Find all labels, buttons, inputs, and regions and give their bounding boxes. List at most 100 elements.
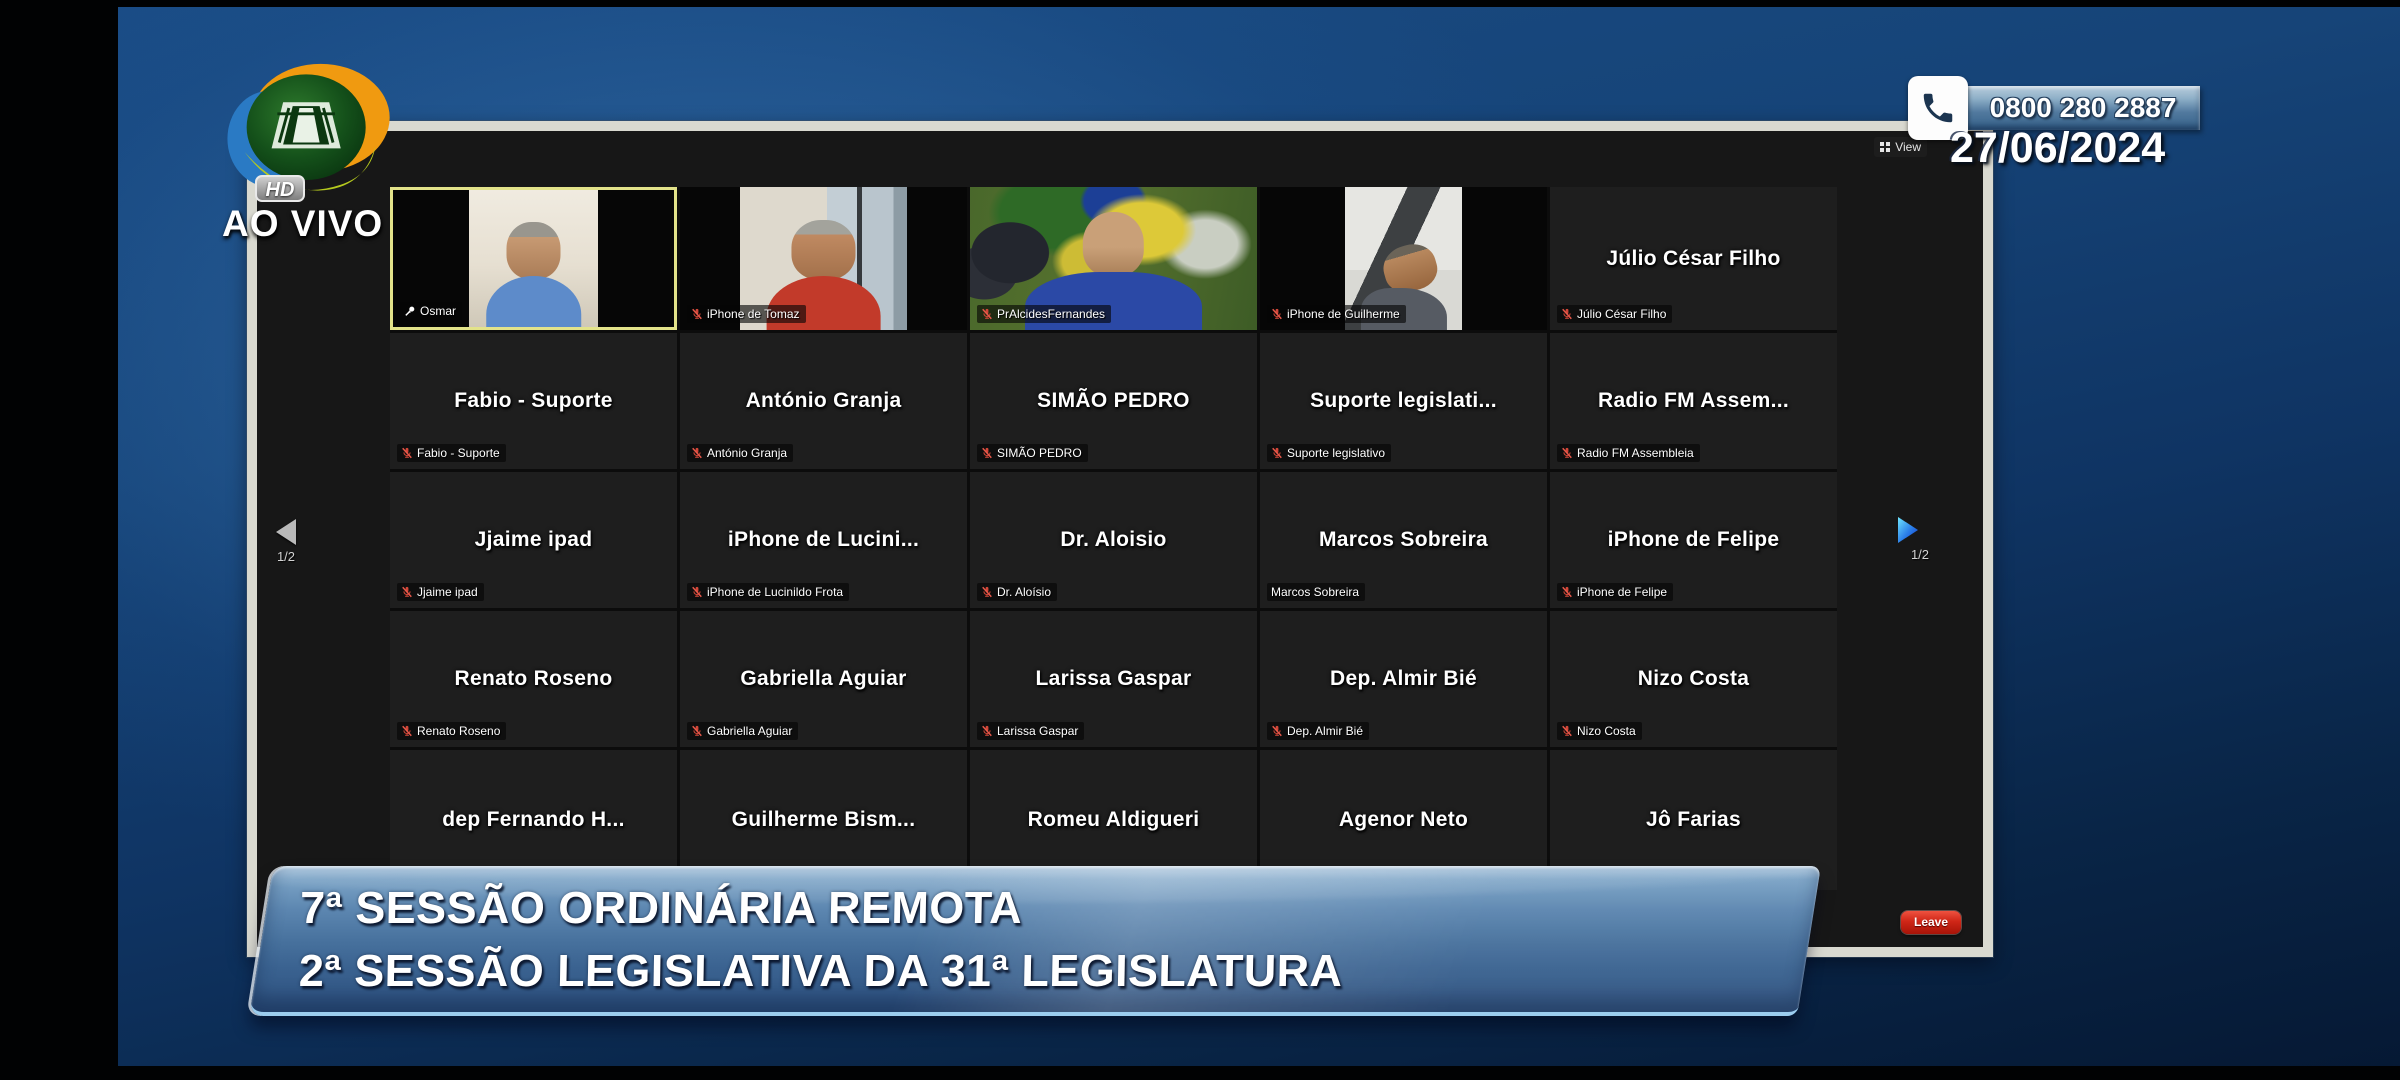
participant-tile[interactable]: iPhone de Tomaz: [680, 187, 967, 330]
participant-label-text: Fabio - Suporte: [417, 446, 500, 460]
meeting-window: View Osmar: [247, 121, 1993, 957]
participant-name: Radio FM Assem...: [1550, 389, 1837, 413]
participant-label-chip: Jjaime ipad: [397, 583, 484, 601]
participants-grid: Osmar iPhone de Tomaz: [390, 187, 1837, 890]
participant-tile[interactable]: Dr. Aloisio Dr. Aloísio: [970, 472, 1257, 608]
participant-name: Jjaime ipad: [390, 528, 677, 552]
participant-label-chip: iPhone de Guilherme: [1267, 305, 1406, 323]
participant-label-chip: Gabriella Aguiar: [687, 722, 798, 740]
participant-label-text: Jjaime ipad: [417, 585, 478, 599]
participant-name: Guilherme Bism...: [680, 808, 967, 832]
participant-tile[interactable]: Suporte legislati... Suporte legislativo: [1260, 333, 1547, 469]
mic-muted-icon: [1561, 447, 1573, 459]
participant-tile[interactable]: iPhone de Felipe iPhone de Felipe: [1550, 472, 1837, 608]
mic-muted-icon: [1271, 308, 1283, 320]
participant-tile[interactable]: iPhone de Guilherme: [1260, 187, 1547, 330]
next-arrow-icon[interactable]: [1897, 517, 1919, 543]
grid-icon: [1880, 142, 1890, 152]
participant-label-text: Larissa Gaspar: [997, 724, 1078, 738]
mic-muted-icon: [401, 447, 413, 459]
participant-tile[interactable]: Renato Roseno Renato Roseno: [390, 611, 677, 747]
participant-tile[interactable]: Osmar: [390, 187, 677, 330]
participant-label-text: iPhone de Lucinildo Frota: [707, 585, 843, 599]
participant-label-chip: Radio FM Assembleia: [1557, 444, 1700, 462]
participant-tile[interactable]: Radio FM Assem... Radio FM Assembleia: [1550, 333, 1837, 469]
participant-label-chip: iPhone de Felipe: [1557, 583, 1673, 601]
participant-label-chip: Júlio César Filho: [1557, 305, 1672, 323]
session-title-line1: 7ª SESSÃO ORDINÁRIA REMOTA: [299, 876, 1810, 939]
participant-label-chip: Renato Roseno: [397, 722, 506, 740]
mic-muted-icon: [401, 725, 413, 737]
participant-label-chip: Dr. Aloísio: [977, 583, 1057, 601]
participant-label-text: António Granja: [707, 446, 787, 460]
participant-name: Jô Farias: [1550, 808, 1837, 832]
participant-label-text: Dr. Aloísio: [997, 585, 1051, 599]
pin-icon: [404, 305, 416, 317]
participant-label-text: Renato Roseno: [417, 724, 500, 738]
ao-vivo-label: AO VIVO: [222, 203, 383, 245]
participant-name: António Granja: [680, 389, 967, 413]
lower-third-text: 7ª SESSÃO ORDINÁRIA REMOTA 2ª SESSÃO LEG…: [260, 866, 1811, 1012]
participant-label-chip: PrAlcidesFernandes: [977, 305, 1111, 323]
mic-muted-icon: [1271, 447, 1283, 459]
participant-label-chip: Fabio - Suporte: [397, 444, 506, 462]
prev-arrow-icon[interactable]: [276, 519, 296, 545]
participant-label-text: iPhone de Tomaz: [707, 307, 800, 321]
bottom-black-bar: [0, 1066, 2400, 1080]
participant-name: Júlio César Filho: [1550, 247, 1837, 271]
participant-name: Gabriella Aguiar: [680, 667, 967, 691]
participant-tile[interactable]: Larissa Gaspar Larissa Gaspar: [970, 611, 1257, 747]
participant-tile[interactable]: António Granja António Granja: [680, 333, 967, 469]
participant-label-chip: Marcos Sobreira: [1267, 583, 1365, 601]
leave-button[interactable]: Leave: [1901, 911, 1961, 934]
participant-label-chip: António Granja: [687, 444, 793, 462]
mic-muted-icon: [691, 725, 703, 737]
mic-muted-icon: [981, 586, 993, 598]
participant-tile[interactable]: PrAlcidesFernandes: [970, 187, 1257, 330]
hd-badge: HD: [255, 175, 305, 202]
participant-label-chip: SIMÃO PEDRO: [977, 444, 1088, 462]
participant-label-text: Suporte legislativo: [1287, 446, 1385, 460]
mic-muted-icon: [691, 308, 703, 320]
next-page-control[interactable]: 1/2: [1897, 517, 1943, 562]
participant-tile[interactable]: Dep. Almir Bié Dep. Almir Bié: [1260, 611, 1547, 747]
participant-label-chip: Osmar: [400, 302, 462, 320]
participant-name: Suporte legislati...: [1260, 389, 1547, 413]
participant-name: dep Fernando H...: [390, 808, 677, 832]
participant-name: Marcos Sobreira: [1260, 528, 1547, 552]
participant-tile[interactable]: iPhone de Lucini... iPhone de Lucinildo …: [680, 472, 967, 608]
participant-label-text: Gabriella Aguiar: [707, 724, 792, 738]
participant-name: Dep. Almir Bié: [1260, 667, 1547, 691]
participant-tile[interactable]: Marcos Sobreira Marcos Sobreira: [1260, 472, 1547, 608]
mic-muted-icon: [691, 586, 703, 598]
participant-label-chip: Nizo Costa: [1557, 722, 1642, 740]
participant-tile[interactable]: Fabio - Suporte Fabio - Suporte: [390, 333, 677, 469]
participant-name: Dr. Aloisio: [970, 528, 1257, 552]
broadcast-date: 27/06/2024: [1950, 124, 2165, 173]
participant-name: Fabio - Suporte: [390, 389, 677, 413]
participant-label-text: Dep. Almir Bié: [1287, 724, 1363, 738]
participant-name: SIMÃO PEDRO: [970, 389, 1257, 413]
participant-tile[interactable]: Júlio César Filho Júlio César Filho: [1550, 187, 1837, 330]
participant-label-text: Nizo Costa: [1577, 724, 1636, 738]
participant-label-text: Júlio César Filho: [1577, 307, 1666, 321]
participant-label-text: iPhone de Guilherme: [1287, 307, 1400, 321]
participant-tile[interactable]: Nizo Costa Nizo Costa: [1550, 611, 1837, 747]
participant-label-chip: iPhone de Lucinildo Frota: [687, 583, 849, 601]
previous-page-control[interactable]: 1/2: [263, 519, 309, 564]
participant-label-chip: Larissa Gaspar: [977, 722, 1084, 740]
hotline-number: 0800 280 2887: [1990, 92, 2177, 124]
view-button[interactable]: View: [1874, 137, 1927, 157]
participant-name: Renato Roseno: [390, 667, 677, 691]
participant-label-text: Marcos Sobreira: [1271, 585, 1359, 599]
participant-name: iPhone de Felipe: [1550, 528, 1837, 552]
participant-name: Nizo Costa: [1550, 667, 1837, 691]
participant-tile[interactable]: SIMÃO PEDRO SIMÃO PEDRO: [970, 333, 1257, 469]
mic-muted-icon: [981, 725, 993, 737]
participant-tile[interactable]: Jjaime ipad Jjaime ipad: [390, 472, 677, 608]
mic-muted-icon: [981, 308, 993, 320]
participant-label-text: SIMÃO PEDRO: [997, 446, 1082, 460]
participant-label-chip: iPhone de Tomaz: [687, 305, 806, 323]
participant-tile[interactable]: Gabriella Aguiar Gabriella Aguiar: [680, 611, 967, 747]
participant-label-text: Osmar: [420, 304, 456, 318]
